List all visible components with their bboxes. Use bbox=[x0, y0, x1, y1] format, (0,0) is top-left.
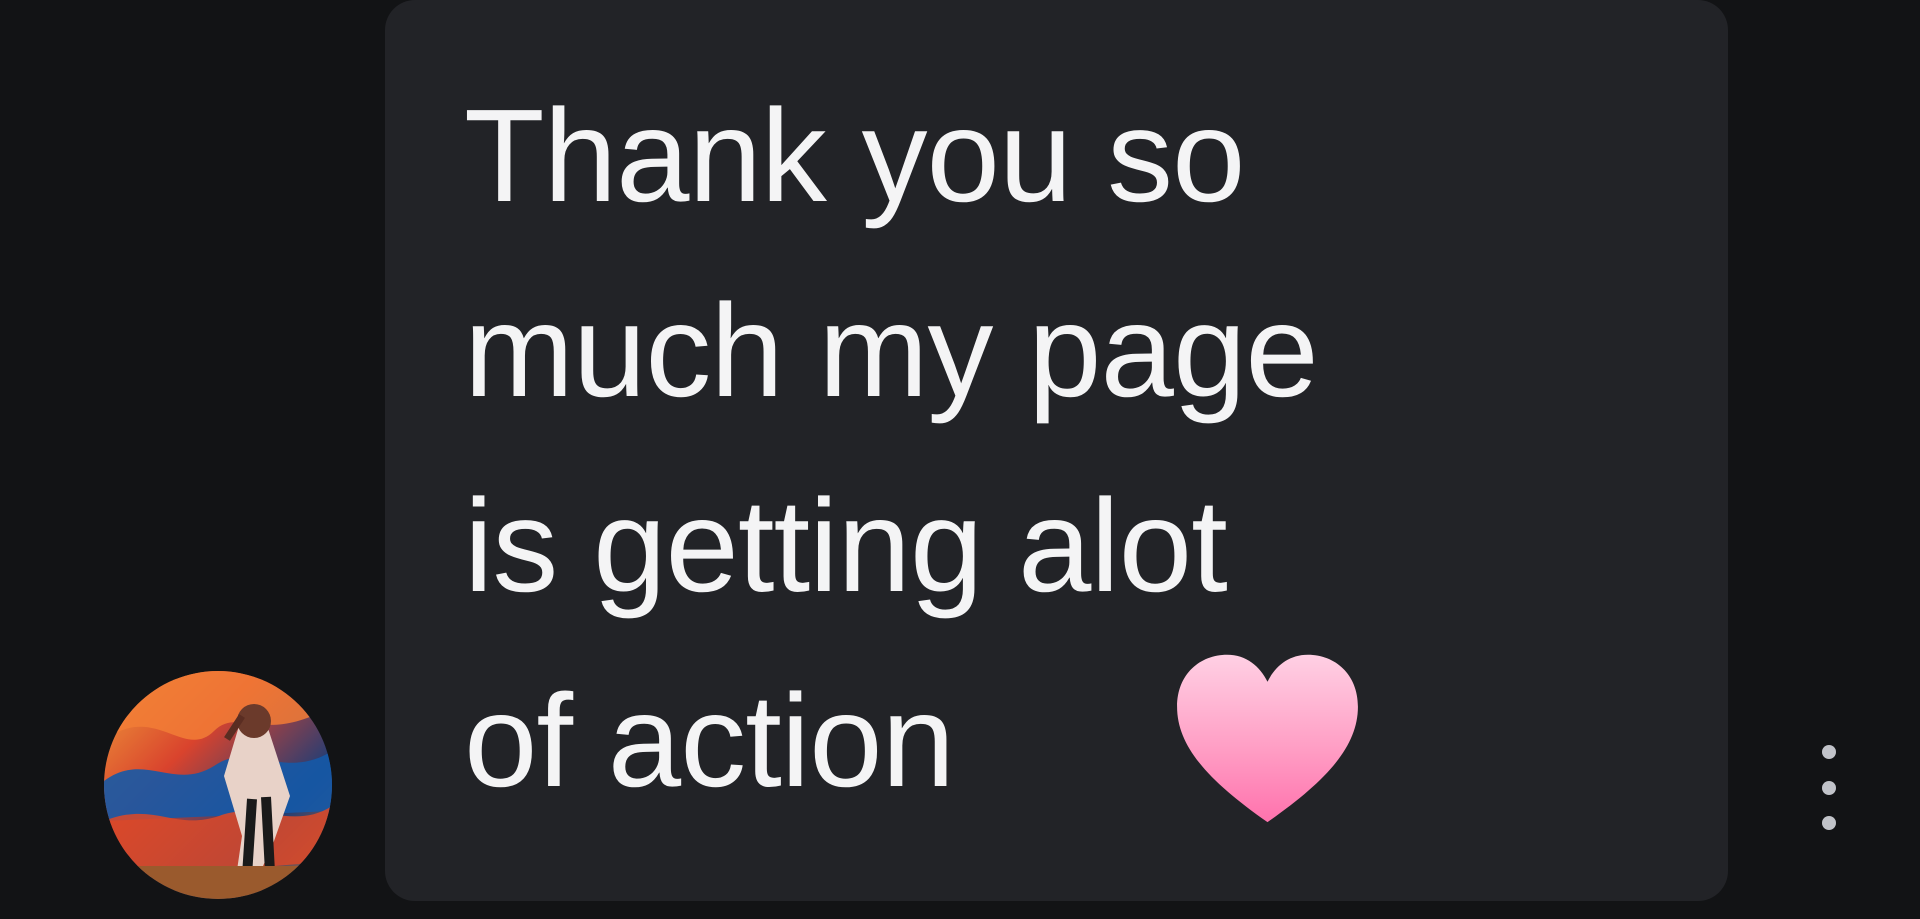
message-bubble[interactable]: Thank you so much my page is getting alo… bbox=[385, 0, 1728, 901]
pink-heart-icon bbox=[1177, 654, 1358, 823]
sender-avatar[interactable] bbox=[104, 671, 332, 899]
avatar-photo bbox=[104, 671, 332, 899]
menu-dot bbox=[1822, 780, 1836, 795]
menu-dot bbox=[1822, 816, 1836, 830]
message-text: Thank you so much my page is getting alo… bbox=[464, 82, 1319, 814]
chat-screen: Thank you so much my page is getting alo… bbox=[0, 0, 1920, 919]
menu-dot bbox=[1822, 745, 1836, 759]
more-options-button[interactable] bbox=[1816, 745, 1842, 830]
